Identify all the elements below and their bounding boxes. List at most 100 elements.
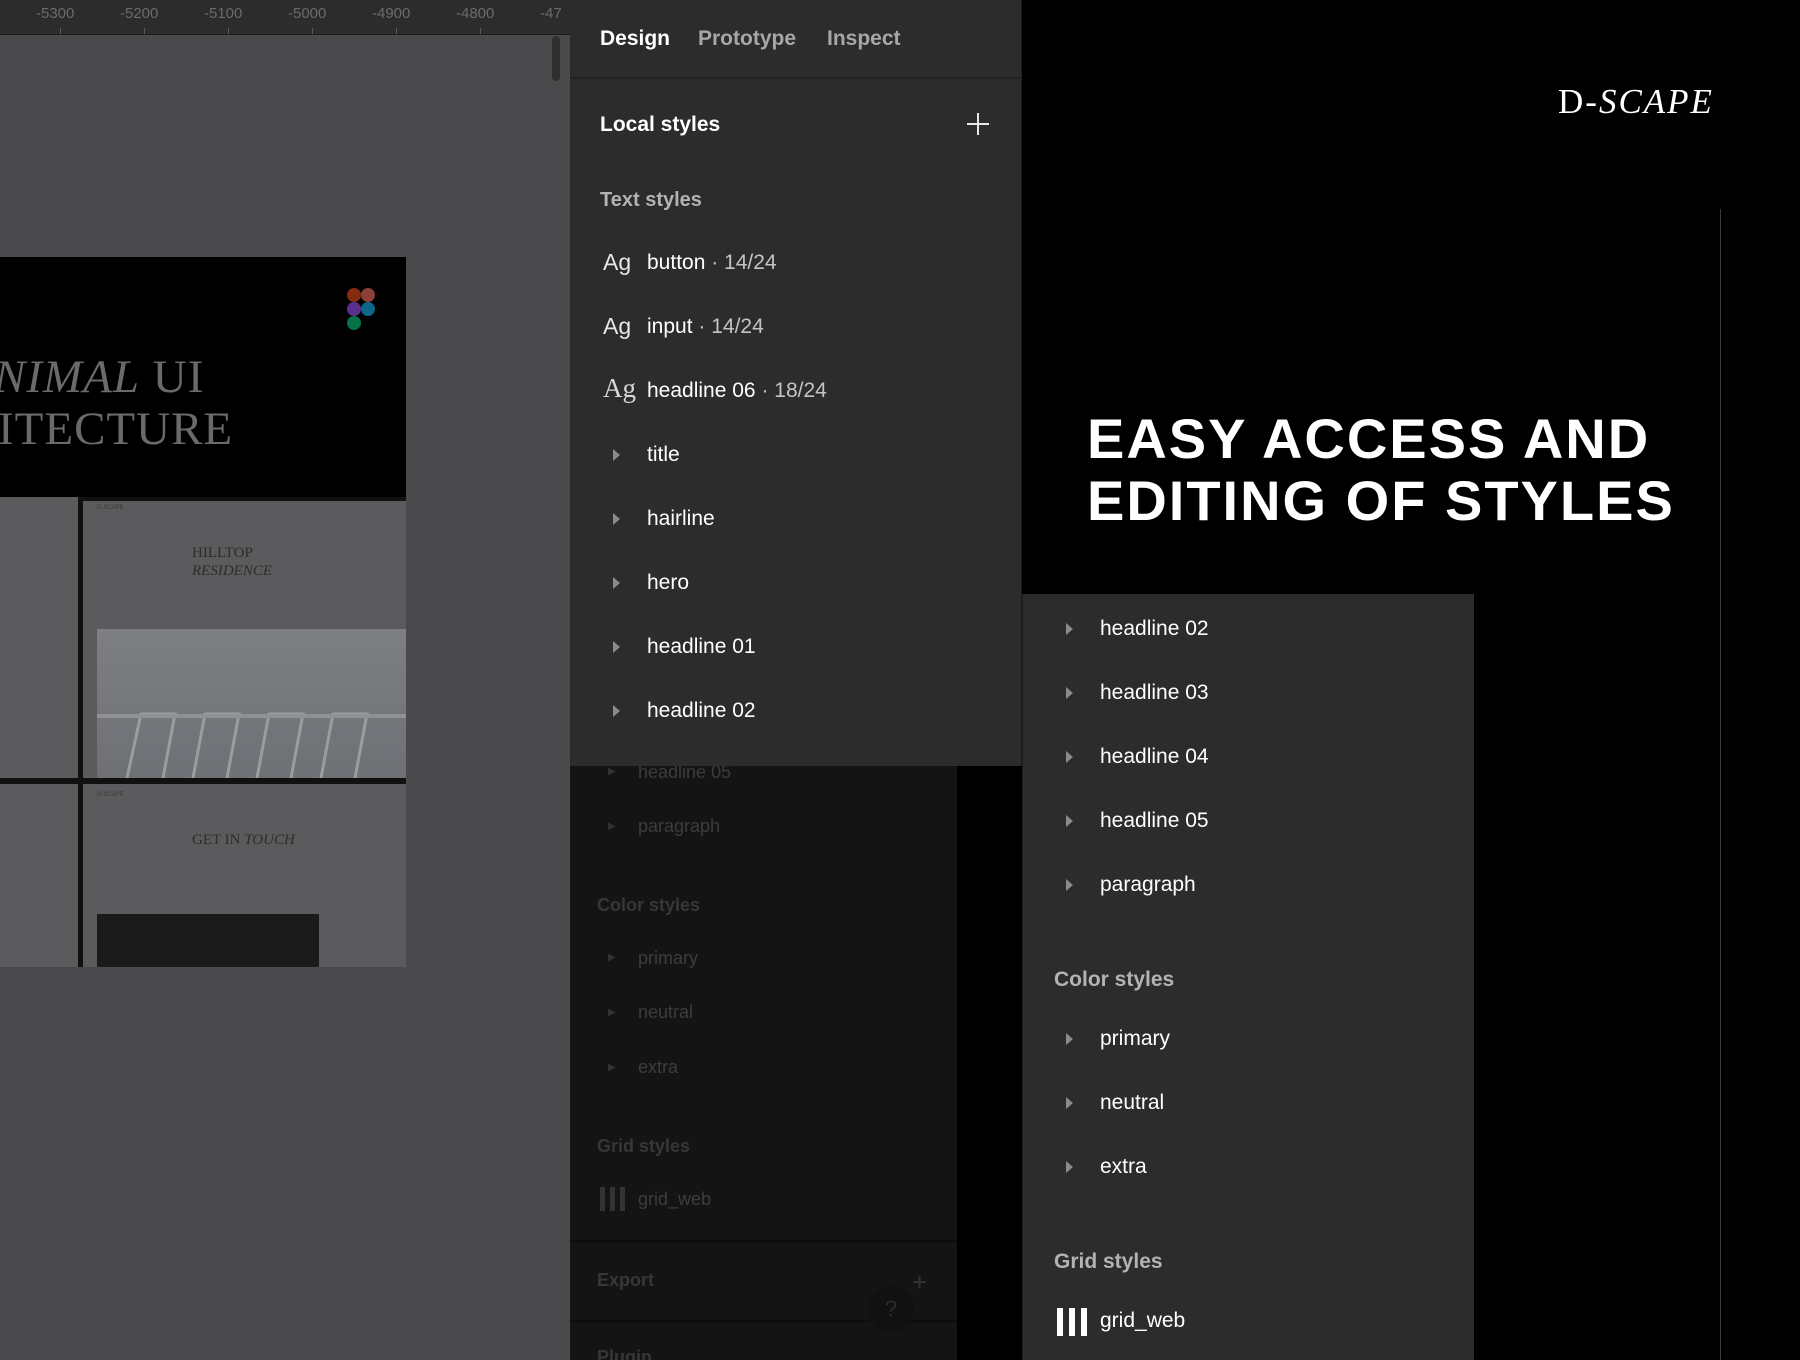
dim-style-item: extra — [638, 1057, 679, 1077]
text-style-icon: Ag — [603, 313, 632, 339]
style-group-hairline[interactable]: hairline — [570, 495, 1022, 543]
thumb-photo — [97, 629, 406, 779]
thumb-dark-image — [97, 914, 319, 967]
caret-icon: ▶ — [608, 766, 616, 777]
caret-right-icon[interactable] — [1066, 623, 1073, 635]
text-styles-label: Text styles — [600, 189, 702, 211]
thumb-brand: D-SCAPE — [97, 792, 124, 798]
ruler-tick-mark — [396, 28, 397, 34]
thumb-contact-title: GET IN TOUCH — [192, 832, 295, 848]
style-group-label: hero — [647, 571, 690, 594]
caret-right-icon[interactable] — [1066, 815, 1073, 827]
ruler-tick-label: -4900 — [372, 5, 411, 22]
ruler-tick-label: -5300 — [36, 5, 75, 22]
design-panel: Design Prototype Inspect Local styles Te… — [570, 0, 1022, 766]
caret-icon: ▶ — [608, 1007, 616, 1018]
style-group-headline-01[interactable]: headline 01 — [570, 623, 1022, 671]
text-style-input[interactable]: Ag input · 14/24 — [570, 303, 1022, 351]
text-style-label: input · 14/24 — [647, 315, 764, 338]
color-style-neutral[interactable]: neutral — [1023, 1079, 1475, 1127]
caret-right-icon[interactable] — [1066, 1097, 1073, 1109]
thumb-frame-left-bottom[interactable] — [0, 784, 78, 967]
style-group-label: grid_web — [1100, 1309, 1186, 1332]
promo-headline-line-2: EDITING OF STYLES — [1087, 469, 1675, 532]
dim-style-item: paragraph — [638, 816, 721, 836]
grid-style-grid-web[interactable]: grid_web — [1023, 1297, 1475, 1345]
caret-right-icon[interactable] — [613, 449, 620, 461]
style-group-headline-03[interactable]: headline 03 — [1023, 669, 1475, 717]
caret-right-icon[interactable] — [1066, 879, 1073, 891]
style-group-label: hairline — [647, 507, 715, 530]
plus-icon: + — [912, 1267, 928, 1297]
caret-right-icon[interactable] — [1066, 1033, 1073, 1045]
color-style-extra[interactable]: extra — [1023, 1143, 1475, 1191]
ruler-tick-mark — [312, 28, 313, 34]
thumb-frame-hilltop[interactable]: D-SCAPE HILLTOP RESIDENCE — [83, 501, 406, 779]
promo-headline-line-1: EASY ACCESS AND — [1087, 407, 1651, 470]
style-group-label: extra — [1100, 1155, 1147, 1178]
thumb-title-1: HILLTOP — [192, 545, 253, 561]
help-button[interactable]: ? — [868, 1286, 914, 1332]
zoomed-styles-panel: headline 02 headline 03 headline 04 head… — [1022, 594, 1474, 1360]
tab-prototype[interactable]: Prototype — [698, 27, 796, 51]
caret-right-icon[interactable] — [1066, 1161, 1073, 1173]
ruler-tick-mark — [60, 28, 61, 34]
canvas-scrollbar[interactable] — [552, 36, 560, 81]
tab-design[interactable]: Design — [600, 27, 670, 51]
caret-right-icon[interactable] — [613, 513, 620, 525]
style-group-label: title — [647, 443, 680, 466]
style-group-label: headline 04 — [1100, 745, 1209, 768]
decorative-vertical-line — [1720, 209, 1721, 1360]
caret-right-icon[interactable] — [613, 705, 620, 717]
ruler-tick-label: -5200 — [120, 5, 159, 22]
text-style-headline-06[interactable]: Ag headline 06 · 18/24 — [570, 367, 1022, 415]
thumb-frame-left-top[interactable] — [0, 497, 78, 778]
style-group-headline-02[interactable]: headline 02 — [570, 687, 1022, 735]
text-style-label: button · 14/24 — [647, 251, 777, 274]
thumb-brand: D-SCAPE — [97, 505, 124, 511]
thumb-title-2: RESIDENCE — [192, 563, 272, 579]
style-group-title[interactable]: title — [570, 431, 1022, 479]
style-group-headline-04[interactable]: headline 04 — [1023, 733, 1475, 781]
panel-tab-bar: Design Prototype Inspect — [570, 0, 1022, 79]
tab-inspect[interactable]: Inspect — [827, 27, 901, 51]
style-group-hero[interactable]: hero — [570, 559, 1022, 607]
caret-right-icon[interactable] — [1066, 751, 1073, 763]
text-style-icon: Ag — [603, 249, 632, 275]
caret-right-icon[interactable] — [613, 577, 620, 589]
ruler-tick-mark — [144, 28, 145, 34]
caret-icon: ▶ — [608, 1062, 616, 1073]
style-group-headline-02[interactable]: headline 02 — [1023, 605, 1475, 653]
ruler-tick-label: -4800 — [456, 5, 495, 22]
caret-right-icon[interactable] — [1066, 687, 1073, 699]
style-group-headline-05[interactable]: headline 05 — [1023, 797, 1475, 845]
color-style-primary[interactable]: primary — [1023, 1015, 1475, 1063]
horizontal-ruler: -5300 -5200 -5100 -5000 -4900 -4800 -47 — [0, 0, 570, 35]
style-group-paragraph[interactable]: paragraph — [1023, 861, 1475, 909]
add-style-button[interactable] — [965, 111, 991, 137]
figma-logo-icon — [347, 288, 375, 330]
local-styles-title: Local styles — [600, 113, 721, 136]
architecture-image — [97, 712, 406, 779]
caret-right-icon[interactable] — [613, 641, 620, 653]
style-group-label: headline 02 — [1100, 617, 1209, 640]
style-group-label: paragraph — [1100, 873, 1196, 896]
dim-style-item: grid_web — [638, 1189, 712, 1209]
dim-style-item: primary — [638, 948, 699, 968]
ruler-tick-mark — [228, 28, 229, 34]
color-styles-label: Color styles — [1054, 968, 1175, 991]
style-group-label: headline 03 — [1100, 681, 1209, 704]
dim-export-label: Export — [597, 1270, 655, 1290]
design-canvas[interactable]: -5300 -5200 -5100 -5000 -4900 -4800 -47 … — [0, 0, 570, 1360]
dim-grid-styles-label: Grid styles — [597, 1136, 691, 1156]
text-style-button[interactable]: Ag button · 14/24 — [570, 239, 1022, 287]
caret-icon: ▶ — [608, 952, 616, 963]
dim-divider — [570, 1240, 957, 1242]
dim-plugin-label: Plugin — [597, 1347, 652, 1360]
hero-text-line-1: NIMAL UI — [0, 351, 205, 403]
style-group-label: headline 01 — [647, 635, 756, 658]
ruler-tick-label: -5100 — [204, 5, 243, 22]
thumb-frame-contact[interactable]: D-SCAPE GET IN TOUCH — [83, 784, 406, 967]
ruler-tick-mark — [480, 28, 481, 34]
style-group-label: headline 05 — [1100, 809, 1209, 832]
